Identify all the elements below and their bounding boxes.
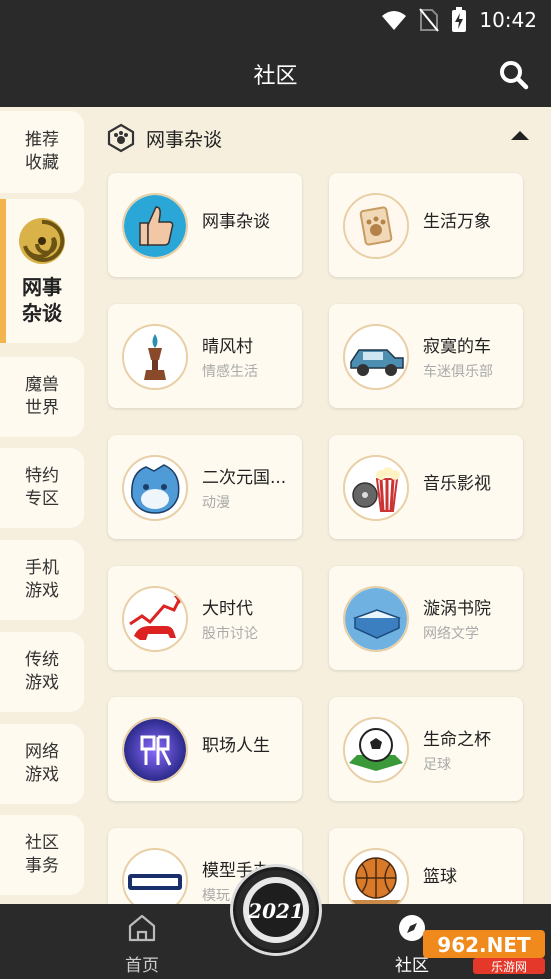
forum-name: 篮球 bbox=[423, 867, 457, 887]
forum-name: 二次元国... bbox=[202, 468, 287, 488]
book-icon bbox=[343, 586, 409, 652]
forum-subtitle: 模玩 bbox=[202, 888, 230, 904]
blue-cat-icon bbox=[122, 455, 188, 521]
bull-market-icon bbox=[122, 586, 188, 652]
forum-card[interactable]: 寂寞的车 车迷俱乐部 bbox=[329, 304, 523, 408]
trophy-statue-icon bbox=[122, 324, 188, 390]
section-header[interactable]: 网事杂谈 bbox=[106, 123, 222, 153]
sidebar-item-community-affairs[interactable]: 社区事务 bbox=[0, 815, 84, 895]
thumbs-up-icon bbox=[122, 193, 188, 259]
popcorn-film-icon bbox=[343, 455, 409, 521]
sidebar-item-mobile-games[interactable]: 手机游戏 bbox=[0, 540, 84, 620]
clock: 10:42 bbox=[479, 8, 537, 32]
watermark-logo: 962.NET 乐游网 bbox=[423, 928, 545, 974]
forum-subtitle: 足球 bbox=[423, 757, 451, 773]
forum-card[interactable]: 音乐影视 bbox=[329, 435, 523, 539]
forum-subtitle: 车迷俱乐部 bbox=[423, 364, 493, 380]
workplace-logo-icon bbox=[122, 717, 188, 783]
basketball-icon bbox=[343, 848, 409, 904]
paw-card-icon bbox=[343, 193, 409, 259]
forum-name: 生命之杯 bbox=[423, 730, 491, 750]
center-2021-button[interactable]: 2021 bbox=[230, 864, 322, 956]
forum-name: 音乐影视 bbox=[423, 474, 491, 494]
forum-subtitle: 情感生活 bbox=[202, 364, 258, 380]
sidebar-item-wow[interactable]: 魔兽世界 bbox=[0, 357, 84, 437]
astronaut-2021-icon: 2021 bbox=[236, 870, 316, 950]
forum-card[interactable]: 生命之杯 足球 bbox=[329, 697, 523, 801]
watermark-text: 962.NET bbox=[437, 933, 531, 957]
toys-logo-icon bbox=[122, 848, 188, 904]
tab-home[interactable]: 首页 bbox=[112, 914, 172, 976]
battery-charging-icon bbox=[452, 7, 467, 32]
forum-name: 职场人生 bbox=[202, 736, 270, 756]
sidebar-item-online-games[interactable]: 网络游戏 bbox=[0, 724, 84, 804]
paw-badge-icon bbox=[107, 123, 135, 153]
forum-card[interactable]: 篮球 bbox=[329, 828, 523, 904]
forum-name: 晴风村 bbox=[202, 337, 253, 357]
forum-name: 大时代 bbox=[202, 599, 253, 619]
collapse-arrow-icon[interactable] bbox=[511, 131, 529, 140]
app-header: 社区 bbox=[0, 40, 551, 107]
forum-card[interactable]: 大时代 股市讨论 bbox=[108, 566, 302, 670]
forum-card[interactable]: 二次元国... 动漫 bbox=[108, 435, 302, 539]
no-sim-icon bbox=[419, 8, 440, 32]
forum-card[interactable]: 晴风村 情感生活 bbox=[108, 304, 302, 408]
section-title: 网事杂谈 bbox=[146, 128, 223, 151]
page-title: 社区 bbox=[253, 64, 298, 89]
forum-name: 生活万象 bbox=[423, 212, 491, 232]
sidebar-item-wangshi[interactable]: 网事杂谈 bbox=[0, 199, 84, 343]
sidebar-item-special[interactable]: 特约专区 bbox=[0, 448, 84, 528]
watermark-subtext: 乐游网 bbox=[491, 960, 527, 974]
compass-icon bbox=[399, 915, 425, 941]
forum-subtitle: 股市讨论 bbox=[202, 626, 258, 642]
forum-subtitle: 网络文学 bbox=[423, 626, 479, 642]
wifi-icon bbox=[382, 11, 407, 30]
forum-card[interactable]: 生活万象 bbox=[329, 173, 523, 277]
forum-name: 漩涡书院 bbox=[423, 599, 491, 619]
home-icon bbox=[128, 914, 156, 942]
badge-year: 2021 bbox=[247, 899, 304, 923]
sidebar-item-classic-games[interactable]: 传统游戏 bbox=[0, 632, 84, 712]
forum-card[interactable]: 漩涡书院 网络文学 bbox=[329, 566, 523, 670]
swirl-logo-icon bbox=[19, 218, 65, 264]
category-sidebar: 推荐收藏 网事杂谈 魔兽世界 特约专区 手机游戏 传统游戏 网络游戏 社区事务 bbox=[0, 107, 92, 904]
forum-name: 网事杂谈 bbox=[202, 212, 270, 232]
car-icon bbox=[343, 324, 409, 390]
forum-card[interactable]: 网事杂谈 bbox=[108, 173, 302, 277]
forum-name: 寂寞的车 bbox=[423, 337, 491, 357]
forum-card[interactable]: 职场人生 bbox=[108, 697, 302, 801]
forum-list: 网事杂谈 网事杂谈 生活万象 晴风村 情感生活 寂寞的车 车迷俱乐部 二次元国.… bbox=[92, 107, 551, 904]
status-bar: 10:42 bbox=[0, 0, 551, 40]
soccer-ball-icon bbox=[343, 717, 409, 783]
search-icon[interactable] bbox=[499, 60, 529, 90]
sidebar-item-recommend[interactable]: 推荐收藏 bbox=[0, 111, 84, 193]
forum-subtitle: 动漫 bbox=[202, 495, 230, 511]
